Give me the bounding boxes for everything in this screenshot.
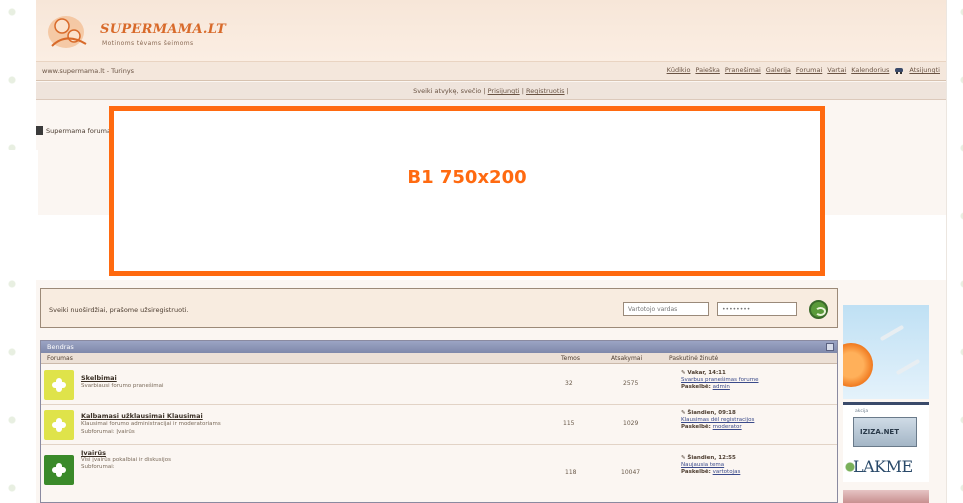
car-icon [894,67,904,74]
sidebar-ad-lakme[interactable]: akcija IZIZA.NET LAKME [843,402,929,482]
left-spacer [0,150,38,235]
login-link[interactable]: Prisijungti [488,87,520,95]
ad-brand-logo: LAKME [853,457,913,476]
forum-title-link[interactable]: Įvairūs [81,449,106,457]
username-input[interactable] [623,302,709,316]
forum-posts-count: 1029 [623,420,639,427]
nav-links: Kūdikio Paieška Pranešimai Galerija Foru… [667,66,940,74]
header-posts: Atsakymai [611,355,643,362]
forum-topics-count: 115 [563,420,575,427]
forum-description: Svarbiausi forumo pranešimai [81,383,164,389]
forum-posts-count: 10047 [621,469,641,476]
last-post-icon: ✎ [681,455,686,461]
forum-topics-count: 118 [565,469,577,476]
category-titlebar: Bendras [41,341,837,353]
last-post-info: ✎ Vakar, 14:11 Svarbus pranešimas forume… [681,370,759,391]
last-post-icon: ✎ [681,370,686,376]
nav-link-kalendorius[interactable]: Kalendorius [851,66,889,74]
collapse-icon[interactable] [826,343,834,351]
nav-link-pranesimai[interactable]: Pranešimai [725,66,761,74]
last-post-author-link[interactable]: vartotojas [713,469,741,475]
forum-row: Įvairūs Visi įvairūs pokalbiai ir diskus… [41,445,837,503]
login-submit-button[interactable] [809,300,828,319]
sun-icon [843,343,873,387]
forum-status-icon [44,370,74,400]
nav-link-galerija[interactable]: Galerija [766,66,791,74]
logo-subtitle: Motinoms tėvams šeimoms [102,40,194,47]
last-post-author-label: Paskelbė: [681,384,711,390]
site-breadcrumb-link[interactable]: www.supermama.lt - Turinys [42,67,134,75]
forum-area: Sveiki nuoširdžiai, prašome užsiregistru… [40,284,840,503]
banner-size-label: B1 750x200 [407,166,527,188]
header-topics: Temos [561,355,580,362]
ad-product-label: IZIZA.NET [860,428,899,436]
last-post-author-link[interactable]: admin [713,384,730,390]
last-post-topic-link[interactable]: Naujausia tema [681,462,740,469]
logo-title[interactable]: SUPERMAMA.LT [100,22,226,37]
breadcrumb-home-link[interactable]: Supermama forumas [46,127,114,135]
forum-row: Kalbamasi užklausimai Klausimai Klausima… [41,405,837,445]
nav-link-logout[interactable]: Atsijungti [909,66,940,74]
banner-ad-placeholder[interactable]: B1 750x200 [109,106,825,276]
table-header: Forumas Temos Atsakymai Paskutinė žinutė [41,353,837,364]
forum-status-icon [44,455,74,485]
forum-status-icon [44,410,74,440]
last-post-author-label: Paskelbė: [681,469,711,475]
logo-icon[interactable] [46,10,94,52]
subforum-list[interactable]: Subforumai: [81,464,115,470]
ad-product-box: IZIZA.NET [853,417,917,447]
nav-link-forumai[interactable]: Forumai [796,66,822,74]
nav-link-kudikio[interactable]: Kūdikio [667,66,691,74]
last-post-topic-link[interactable]: Svarbus pranešimas forume [681,377,759,384]
ad-caption: akcija [855,409,869,414]
forum-description: Klausimai forumo administracijai ir mode… [81,421,221,427]
header-forum: Forumas [47,355,73,362]
last-post-info: ✎ Šiandien, 09:18 Klausimas dėl registra… [681,410,754,431]
sidebar-ad-sun[interactable] [843,305,929,399]
last-post-author-label: Paskelbė: [681,424,711,430]
nav-link-vartai[interactable]: Vartai [827,66,846,74]
last-post-time: Šiandien, 12:55 [687,455,736,461]
last-post-time: Šiandien, 09:18 [687,410,736,416]
forum-posts-count: 2575 [623,380,639,387]
forum-topics-count: 32 [565,380,573,387]
sidebar-ad-bottom[interactable] [843,490,929,503]
login-prompt: Sveiki nuoširdžiai, prašome užsiregistru… [49,306,189,314]
last-post-time: Vakar, 14:11 [687,370,726,376]
category-title[interactable]: Bendras [47,343,74,351]
nav-bar: www.supermama.lt - Turinys Kūdikio Paieš… [36,62,946,81]
subforum-list[interactable]: Subforumai: Įvairūs [81,429,135,435]
last-post-topic-link[interactable]: Klausimas dėl registracijos [681,417,754,424]
nav-link-paieska[interactable]: Paieška [695,66,719,74]
forum-category-table: Bendras Forumas Temos Atsakymai Paskutin… [40,340,838,503]
forum-title-link[interactable]: Skelbimai [81,374,117,382]
password-input[interactable] [717,302,797,316]
forum-description: Visi įvairūs pokalbiai ir diskusijos [81,457,171,463]
welcome-bar: Sveiki atvykę, svečio | Prisijungti | Re… [36,82,946,100]
site-header: SUPERMAMA.LT Motinoms tėvams šeimoms [36,0,946,62]
login-box: Sveiki nuoširdžiai, prašome užsiregistru… [40,288,838,328]
last-post-icon: ✎ [681,410,686,416]
bird-icon [879,324,905,342]
forum-home-icon [36,126,43,135]
header-last-post: Paskutinė žinutė [669,355,719,362]
page-edge [946,0,947,503]
bird-icon [895,358,921,376]
welcome-text: Sveiki atvykę, svečio [413,87,482,95]
forum-row: Skelbimai Svarbiausi forumo pranešimai 3… [41,365,837,405]
register-link[interactable]: Registruotis [526,87,565,95]
forum-title-link[interactable]: Kalbamasi užklausimai Klausimai [81,412,203,420]
last-post-info: ✎ Šiandien, 12:55 Naujausia tema Paskelb… [681,455,740,476]
breadcrumb: Supermama forumas [36,126,114,135]
last-post-author-link[interactable]: moderator [713,424,742,430]
